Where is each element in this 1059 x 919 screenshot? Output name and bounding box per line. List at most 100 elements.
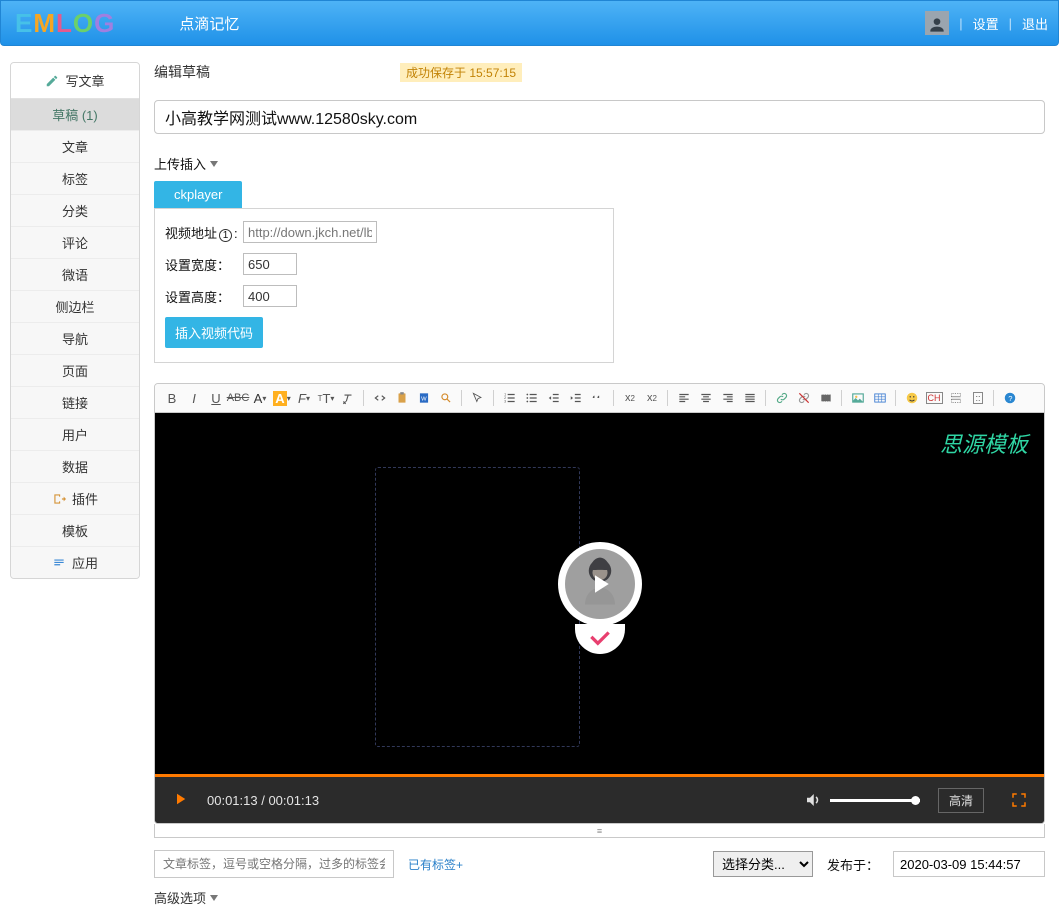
settings-link[interactable]: 设置 xyxy=(973,14,999,33)
page-break-icon[interactable] xyxy=(945,388,967,408)
toolbar-separator xyxy=(663,388,673,408)
video-controls: 00:01:13 / 00:01:13 高清 xyxy=(155,777,1044,823)
font-color-icon[interactable]: A▾ xyxy=(249,388,271,408)
editor: BIUABCA▾A▾F▾TT▾W123x2x2CH::? 思源模板 xyxy=(154,383,1045,824)
help-icon[interactable]: ? xyxy=(999,388,1021,408)
table-icon[interactable] xyxy=(869,388,891,408)
video-url-label: 视频地址1: xyxy=(165,223,243,242)
paste-icon[interactable] xyxy=(391,388,413,408)
outdent-icon[interactable] xyxy=(543,388,565,408)
sidebar-item[interactable]: 链接 xyxy=(11,387,139,419)
find-icon[interactable] xyxy=(435,388,457,408)
editor-resize-handle[interactable]: ≡ xyxy=(154,824,1045,838)
unlink-icon[interactable] xyxy=(793,388,815,408)
toolbar-separator xyxy=(891,388,901,408)
avatar[interactable] xyxy=(925,11,949,35)
sidebar-item[interactable]: 文章 xyxy=(11,131,139,163)
toolbar-separator xyxy=(837,388,847,408)
font-family-icon[interactable]: F▾ xyxy=(293,388,315,408)
play-overlay[interactable] xyxy=(558,542,642,654)
indent-icon[interactable] xyxy=(565,388,587,408)
highlight-icon[interactable]: A▾ xyxy=(271,388,293,408)
subscript-icon[interactable]: x2 xyxy=(641,388,663,408)
post-title-input[interactable] xyxy=(154,100,1045,134)
underline-icon[interactable]: U xyxy=(205,388,227,408)
height-label: 设置高度： xyxy=(165,287,243,306)
logout-link[interactable]: 退出 xyxy=(1022,14,1048,33)
video-watermark: 思源模板 xyxy=(940,427,1028,459)
ordered-list-icon[interactable]: 123 xyxy=(499,388,521,408)
video-url-input[interactable] xyxy=(243,221,377,243)
tags-input[interactable] xyxy=(154,850,394,878)
quote-icon[interactable] xyxy=(587,388,609,408)
toolbar-separator xyxy=(609,388,619,408)
sidebar-item[interactable]: 侧边栏 xyxy=(11,291,139,323)
insert-video-button[interactable]: 插入视频代码 xyxy=(165,317,263,348)
strike-icon[interactable]: ABC xyxy=(227,388,249,408)
sidebar-plugin[interactable]: 插件 xyxy=(11,483,139,515)
sidebar-item[interactable]: 草稿 (1) xyxy=(11,99,139,131)
svg-text:W: W xyxy=(421,396,427,402)
paste-word-icon[interactable]: W xyxy=(413,388,435,408)
toolbar-separator xyxy=(989,388,999,408)
chevron-down-icon xyxy=(210,161,218,167)
special-char-icon[interactable]: :: xyxy=(967,388,989,408)
progress-bar[interactable] xyxy=(155,774,1044,777)
sidebar-item[interactable]: 用户 xyxy=(11,419,139,451)
sidebar-item[interactable]: 标签 xyxy=(11,163,139,195)
sidebar-app[interactable]: 应用 xyxy=(11,547,139,578)
page-title: 编辑草稿 xyxy=(154,62,210,82)
category-select[interactable]: 选择分类... xyxy=(713,851,813,877)
sidebar-template[interactable]: 模板 xyxy=(11,515,139,547)
separator: | xyxy=(959,16,962,31)
height-input[interactable] xyxy=(243,285,297,307)
sidebar-item[interactable]: 页面 xyxy=(11,355,139,387)
align-left-icon[interactable] xyxy=(673,388,695,408)
superscript-icon[interactable]: x2 xyxy=(619,388,641,408)
play-button[interactable] xyxy=(171,790,189,811)
font-size-icon[interactable]: TT▾ xyxy=(315,388,337,408)
pencil-icon xyxy=(45,74,59,88)
align-center-icon[interactable] xyxy=(695,388,717,408)
play-icon xyxy=(565,549,635,619)
video-time: 00:01:13 / 00:01:13 xyxy=(207,793,319,808)
volume-slider[interactable] xyxy=(830,799,920,802)
volume-button[interactable] xyxy=(804,791,822,809)
code-icon[interactable] xyxy=(369,388,391,408)
width-label: 设置宽度： xyxy=(165,255,243,274)
publish-date-input[interactable] xyxy=(893,851,1045,877)
hd-button[interactable]: 高清 xyxy=(938,788,984,813)
source-icon[interactable]: CH xyxy=(923,388,945,408)
upload-insert-toggle[interactable]: 上传插入 xyxy=(154,154,218,173)
existing-tags-link[interactable]: 已有标签+ xyxy=(408,856,463,873)
fullscreen-button[interactable] xyxy=(1010,791,1028,809)
sidebar-item[interactable]: 数据 xyxy=(11,451,139,483)
check-icon xyxy=(575,624,625,654)
justify-icon[interactable] xyxy=(739,388,761,408)
main: 编辑草稿 成功保存于 15:57:15 上传插入 ckplayer 视频地址1:… xyxy=(140,62,1059,919)
sidebar-item[interactable]: 导航 xyxy=(11,323,139,355)
advanced-options-toggle[interactable]: 高级选项 xyxy=(154,888,218,907)
italic-icon[interactable]: I xyxy=(183,388,205,408)
sidebar-write-post[interactable]: 写文章 xyxy=(11,63,139,99)
sidebar: 写文章 草稿 (1)文章标签分类评论微语侧边栏导航页面链接用户数据 插件 模板 … xyxy=(10,62,140,579)
sidebar-item[interactable]: 分类 xyxy=(11,195,139,227)
toolbar-separator xyxy=(457,388,467,408)
bullet-list-icon[interactable] xyxy=(521,388,543,408)
select-icon[interactable] xyxy=(467,388,489,408)
bold-icon[interactable]: B xyxy=(161,388,183,408)
link-icon[interactable] xyxy=(771,388,793,408)
top-bar: EMLOG 点滴记忆 | 设置 | 退出 xyxy=(0,0,1059,46)
sidebar-item[interactable]: 微语 xyxy=(11,259,139,291)
separator: | xyxy=(1009,16,1012,31)
sidebar-item[interactable]: 评论 xyxy=(11,227,139,259)
clear-format-icon[interactable] xyxy=(337,388,359,408)
emoji-icon[interactable] xyxy=(901,388,923,408)
film-icon[interactable] xyxy=(815,388,837,408)
ckplayer-tab[interactable]: ckplayer xyxy=(154,181,242,208)
align-right-icon[interactable] xyxy=(717,388,739,408)
video-player[interactable]: 思源模板 xyxy=(155,413,1044,823)
image-icon[interactable] xyxy=(847,388,869,408)
width-input[interactable] xyxy=(243,253,297,275)
chevron-down-icon xyxy=(210,895,218,901)
